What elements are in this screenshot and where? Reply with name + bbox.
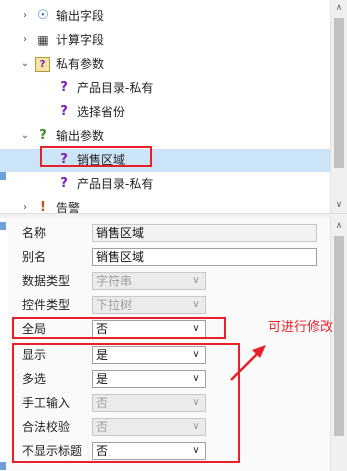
annotation-arrow [230, 345, 266, 381]
left-edge [0, 0, 6, 471]
